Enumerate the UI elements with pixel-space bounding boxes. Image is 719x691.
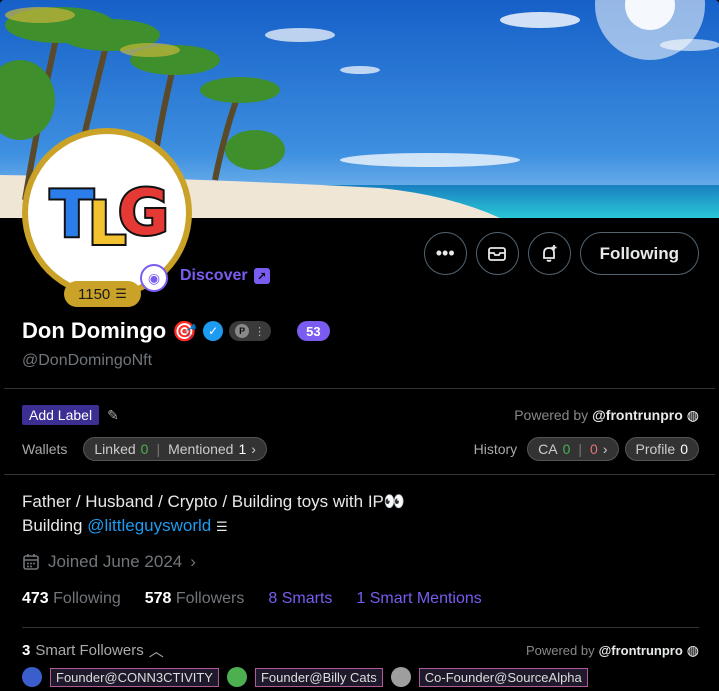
rank-value: 1150 (78, 285, 111, 303)
pill-separator: | (156, 441, 161, 457)
ca-label: CA (538, 441, 558, 457)
p-icon: P (235, 324, 250, 338)
eye-icon[interactable]: ◉ (140, 264, 168, 292)
smarts-link[interactable]: 8 Smarts (268, 590, 332, 608)
score-badge[interactable]: 53 (297, 321, 330, 341)
linked-count: 0 (140, 441, 149, 457)
bio-prefix: Building (22, 516, 88, 535)
joined-date[interactable]: Joined June 2024 › (22, 552, 196, 572)
rank-badge: 1150 ☰ (64, 281, 141, 307)
bio-line-1: Father / Husband / Crypto / Building toy… (22, 490, 405, 514)
verified-icon[interactable]: ✓ (203, 321, 224, 341)
wallets-pill[interactable]: Linked 0 | Mentioned 1 › (83, 437, 267, 461)
display-name: Don Domingo (22, 318, 167, 343)
lines-icon: ☰ (215, 519, 228, 534)
bio: Father / Husband / Crypto / Building toy… (22, 490, 405, 539)
eyes-emoji: 👀 (383, 492, 406, 511)
target-icon: 🎯 (172, 320, 198, 343)
smart-followers-header: 3 Smart Followers ︿ Powered by @frontrun… (22, 640, 699, 661)
more-button[interactable]: ••• (423, 232, 467, 275)
linked-label: Linked (94, 441, 136, 457)
message-icon (488, 246, 507, 261)
ca-green-count: 0 (562, 441, 571, 457)
add-label-group: Add Label ✎ (22, 405, 119, 425)
more-icon: ••• (435, 243, 455, 263)
smart-followers-label: Smart Followers (35, 642, 144, 659)
bio-mention-link[interactable]: @littleguysworld (87, 516, 211, 535)
notify-icon (543, 244, 557, 262)
smart-follower-tags: Founder@CONN3CTIVITY Founder@Billy Cats … (22, 667, 588, 687)
divider (4, 474, 715, 475)
wallets-row: Wallets Linked 0 | Mentioned 1 › History… (22, 437, 699, 461)
ca-red-count: 0 (590, 441, 598, 457)
profile-pill[interactable]: Profile 0 (624, 437, 699, 461)
add-label-button[interactable]: Add Label (22, 405, 100, 425)
bio-line-2: Building @littleguysworld ☰ (22, 514, 405, 539)
message-button[interactable] (475, 232, 519, 275)
bio-text: Father / Husband / Crypto / Building toy… (22, 492, 384, 511)
chevron-right-icon: › (251, 441, 256, 457)
following-stat[interactable]: 473 Following (22, 590, 121, 608)
dots-icon: ⋮ (254, 325, 266, 338)
smart-followers-toggle[interactable]: 3 Smart Followers ︿ (22, 640, 164, 661)
divider (4, 388, 715, 389)
powered-by-text: Powered by (514, 407, 589, 423)
chevron-right-icon: › (190, 552, 196, 571)
history-label: History (473, 441, 518, 457)
pill-separator: | (578, 441, 583, 457)
pencil-icon[interactable]: ✎ (107, 407, 119, 424)
powered-by: Powered by @frontrunpro ◍ (526, 642, 699, 659)
label-row: Add Label ✎ Powered by @frontrunpro ◍ (22, 405, 699, 425)
powered-by-link[interactable]: @frontrunpro (592, 407, 683, 423)
lines-icon: ☰ (115, 286, 127, 301)
mentioned-count: 1 (238, 441, 247, 457)
discover-link[interactable]: Discover ↗ (180, 267, 270, 285)
extension-pill[interactable]: P ⋮ (229, 321, 272, 341)
name-row: Don Domingo 🎯 ✓ P ⋮ 53 (22, 318, 330, 344)
profile-actions: ••• Following (423, 232, 699, 275)
joined-text: Joined June 2024 (48, 552, 183, 571)
mentioned-label: Mentioned (168, 441, 234, 457)
follower-avatar[interactable] (22, 667, 42, 687)
following-count: 473 (22, 590, 49, 607)
chevron-up-icon: ︿ (148, 643, 164, 660)
smart-mentions-link[interactable]: 1 Smart Mentions (356, 590, 481, 608)
divider (22, 627, 699, 628)
following-label: Following (53, 590, 121, 607)
frontrun-logo-icon: ◍ (686, 406, 699, 423)
profile-label: Profile (635, 441, 676, 457)
smart-followers-count: 3 (22, 642, 31, 659)
history-group: History CA 0 | 0 › Profile 0 (474, 437, 699, 461)
frontrun-logo-icon: ◍ (686, 642, 699, 658)
follower-tag[interactable]: Founder@Billy Cats (254, 667, 383, 687)
chevron-right-icon: › (602, 441, 608, 457)
follower-tag[interactable]: Co-Founder@SourceAlpha (418, 667, 588, 687)
followers-count: 578 (144, 590, 172, 607)
powered-by-link[interactable]: @frontrunpro (599, 643, 683, 658)
wallets-label: Wallets (22, 441, 68, 457)
follower-avatar[interactable] (390, 667, 411, 687)
profile-count: 0 (680, 441, 688, 457)
profile-stats: 473 Following 578 Followers 8 Smarts 1 S… (22, 590, 482, 608)
powered-by: Powered by @frontrunpro ◍ (514, 407, 699, 424)
notify-button[interactable] (527, 232, 571, 275)
wallets-group: Wallets Linked 0 | Mentioned 1 › (22, 437, 267, 461)
followers-stat[interactable]: 578 Followers (145, 590, 245, 608)
calendar-icon (23, 554, 39, 570)
discover-label: Discover (180, 267, 248, 284)
powered-by-text: Powered by (525, 643, 595, 658)
svg-text:G: G (118, 176, 169, 249)
followers-label: Followers (175, 590, 245, 607)
ca-pill[interactable]: CA 0 | 0 › (527, 437, 619, 461)
external-arrow-icon: ↗ (253, 268, 270, 284)
follower-avatar[interactable] (226, 667, 247, 687)
follower-tag[interactable]: Founder@CONN3CTIVITY (50, 667, 219, 687)
following-button[interactable]: Following (579, 232, 699, 275)
user-handle: @DonDomingoNft (22, 352, 153, 369)
